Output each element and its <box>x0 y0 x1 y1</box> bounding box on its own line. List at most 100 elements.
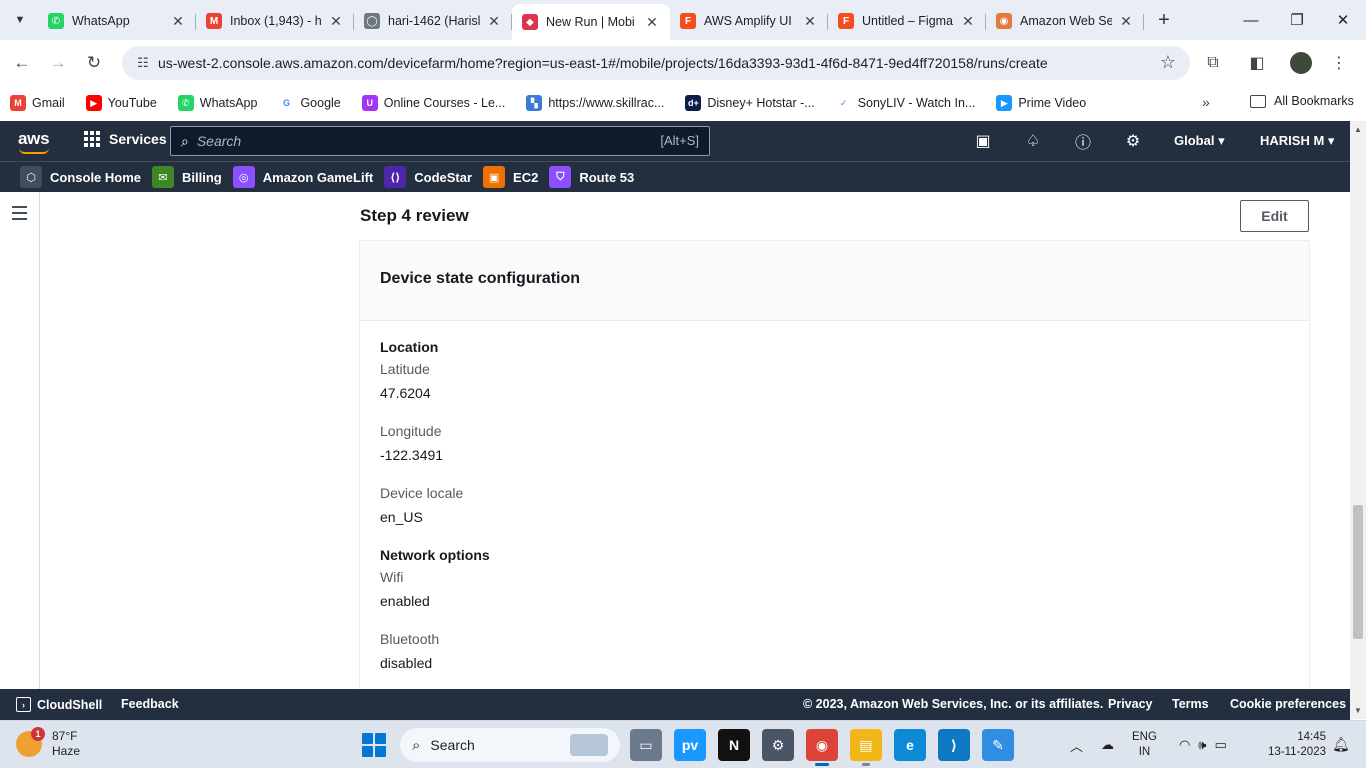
google-icon: G <box>278 95 295 111</box>
scroll-down-icon[interactable]: ▼ <box>1354 706 1362 715</box>
favorite-label: CodeStar <box>414 169 473 185</box>
services-menu-button[interactable]: Services <box>84 131 167 147</box>
netflix-icon[interactable]: N <box>718 729 750 761</box>
more-bookmarks-chevron-icon[interactable]: » <box>1202 94 1210 110</box>
account-menu[interactable]: HARISH M ▾ <box>1260 133 1334 149</box>
aws-search-box[interactable]: ⌕ [Alt+S] <box>170 126 710 156</box>
browser-tab[interactable]: ◉ Amazon Web Se ✕ <box>986 4 1144 38</box>
favorite-ec2[interactable]: ▣ EC2 <box>483 166 538 188</box>
weather-condition: Haze <box>52 744 81 758</box>
site-info-icon[interactable]: ☷ <box>130 55 156 71</box>
prime-video-icon[interactable]: pv <box>674 729 706 761</box>
browser-tab[interactable]: ◆ New Run | Mobi ✕ <box>512 4 670 40</box>
bookmark-item[interactable]: ✓ SonyLIV - Watch In... <box>835 95 975 111</box>
browser-tab[interactable]: M Inbox (1,943) - h ✕ <box>196 4 354 38</box>
url-text[interactable]: us-west-2.console.aws.amazon.com/devicef… <box>158 55 1048 71</box>
windows-start-icon[interactable] <box>362 733 386 757</box>
cloudshell-icon[interactable]: ▣ <box>966 129 1000 153</box>
bookmark-item[interactable]: ▶ YouTube <box>85 95 157 111</box>
favorite-billing[interactable]: ✉ Billing <box>152 166 222 188</box>
task-view-icon[interactable]: ▭ <box>630 729 662 761</box>
feedback-link[interactable]: Feedback <box>121 697 179 711</box>
tab-title: Amazon Web Se <box>1020 14 1112 28</box>
cookie-preferences-link[interactable]: Cookie preferences <box>1230 697 1346 711</box>
restore-icon[interactable]: ❐ <box>1274 0 1320 40</box>
close-tab-icon[interactable]: ✕ <box>486 13 502 29</box>
close-tab-icon[interactable]: ✕ <box>170 13 186 29</box>
hamburger-menu-icon[interactable] <box>12 206 27 224</box>
close-tab-icon[interactable]: ✕ <box>328 13 344 29</box>
aws-logo[interactable]: aws <box>18 129 50 154</box>
more-menu-icon[interactable]: ⋮ <box>1322 46 1356 80</box>
settings-gear-icon[interactable]: ⚙ <box>1116 129 1150 153</box>
edit-button[interactable]: Edit <box>1240 200 1309 232</box>
bookmark-star-icon[interactable]: ☆ <box>1160 52 1176 73</box>
field-value: disabled <box>380 655 433 671</box>
tab-search-chevron-icon[interactable]: ▼ <box>8 8 32 32</box>
chrome-icon[interactable]: ◉ <box>806 729 838 766</box>
favorite-codestar[interactable]: ⟨⟩ CodeStar <box>384 166 472 188</box>
taskbar-search[interactable]: ⌕ Search <box>400 728 620 762</box>
input-language[interactable]: ENG IN <box>1132 730 1157 760</box>
region-selector[interactable]: Global ▾ <box>1174 133 1225 149</box>
page-scrollbar[interactable]: ▲ ▼ <box>1350 121 1366 719</box>
services-label: Services <box>109 131 167 147</box>
scroll-up-icon[interactable]: ▲ <box>1354 125 1362 134</box>
reload-icon[interactable]: ↻ <box>76 45 112 81</box>
browser-tab[interactable]: F AWS Amplify UI ✕ <box>670 4 828 38</box>
cloudshell-button[interactable]: › CloudShell <box>16 697 102 712</box>
minimize-icon[interactable]: — <box>1228 0 1274 40</box>
file-explorer-icon[interactable]: ▤ <box>850 729 882 766</box>
bookmark-item[interactable]: ▶ Prime Video <box>996 95 1086 111</box>
system-clock[interactable]: 14:45 13-11-2023 <box>1256 730 1326 760</box>
terms-link[interactable]: Terms <box>1172 697 1209 711</box>
side-navigation-rail <box>0 192 40 689</box>
browser-tab[interactable]: F Untitled – Figma ✕ <box>828 4 986 38</box>
paint-icon[interactable]: ✎ <box>982 729 1014 761</box>
volume-icon[interactable]: 🕪 <box>1198 737 1206 753</box>
new-tab-plus-icon[interactable]: + <box>1150 6 1178 34</box>
side-panel-icon[interactable]: ◧ <box>1240 46 1274 80</box>
billing-icon: ✉ <box>152 166 175 188</box>
settings-icon[interactable]: ⚙ <box>762 729 794 761</box>
extensions-icon[interactable]: ⧉ <box>1196 46 1230 80</box>
privacy-link[interactable]: Privacy <box>1108 697 1152 711</box>
bookmark-item[interactable]: ✆ WhatsApp <box>177 95 257 111</box>
weather-badge: 1 <box>31 727 45 741</box>
bookmark-item[interactable]: G Google <box>278 95 341 111</box>
notifications-bell-icon[interactable]: ♤ <box>1016 129 1050 153</box>
back-arrow-icon[interactable]: ← <box>4 45 40 81</box>
favorite-gamelift[interactable]: ◎ Amazon GameLift <box>232 166 373 188</box>
close-window-icon[interactable]: ✕ <box>1320 0 1366 40</box>
search-input[interactable] <box>196 133 637 149</box>
edge-icon[interactable]: e <box>894 729 926 761</box>
close-tab-icon[interactable]: ✕ <box>644 14 660 30</box>
bookmark-item[interactable]: U Online Courses - Le... <box>361 95 505 111</box>
profile-avatar[interactable] <box>1290 52 1312 74</box>
all-bookmarks-button[interactable]: All Bookmarks <box>1250 94 1354 108</box>
browser-tab[interactable]: ✆ WhatsApp ✕ <box>38 4 196 38</box>
vscode-icon[interactable]: ⟩ <box>938 729 970 761</box>
wifi-icon[interactable]: ◠ <box>1179 737 1190 753</box>
forward-arrow-icon[interactable]: → <box>40 45 76 81</box>
bookmark-item[interactable]: d+ Disney+ Hotstar -... <box>685 95 815 111</box>
close-tab-icon[interactable]: ✕ <box>1118 13 1134 29</box>
weather-widget[interactable]: 1 87°F Haze <box>16 727 81 759</box>
onedrive-cloud-icon[interactable]: ☁ <box>1101 737 1114 753</box>
help-icon[interactable]: ⓘ <box>1066 129 1100 153</box>
close-tab-icon[interactable]: ✕ <box>802 13 818 29</box>
battery-icon[interactable]: ▭ <box>1214 737 1226 753</box>
field-value: enabled <box>380 593 430 609</box>
bookmark-item[interactable]: M Gmail <box>10 95 65 111</box>
search-icon: ⌕ <box>181 132 189 149</box>
favorite-route53[interactable]: ⛉ Route 53 <box>549 166 634 188</box>
folder-icon <box>1250 94 1266 108</box>
bookmark-item[interactable]: ▚ https://www.skillrac... <box>526 95 664 111</box>
scrollbar-thumb[interactable] <box>1353 505 1363 639</box>
browser-tab[interactable]: ◯ hari-1462 (Harisl ✕ <box>354 4 512 38</box>
close-tab-icon[interactable]: ✕ <box>960 13 976 29</box>
show-hidden-icons-chevron-icon[interactable]: ︿ <box>1070 736 1083 755</box>
favorite-console-home[interactable]: ⬡ Console Home <box>20 166 141 188</box>
notification-center-icon[interactable]: 🔔︎ <box>1332 736 1350 753</box>
address-bar[interactable]: ☷ us-west-2.console.aws.amazon.com/devic… <box>122 46 1190 80</box>
